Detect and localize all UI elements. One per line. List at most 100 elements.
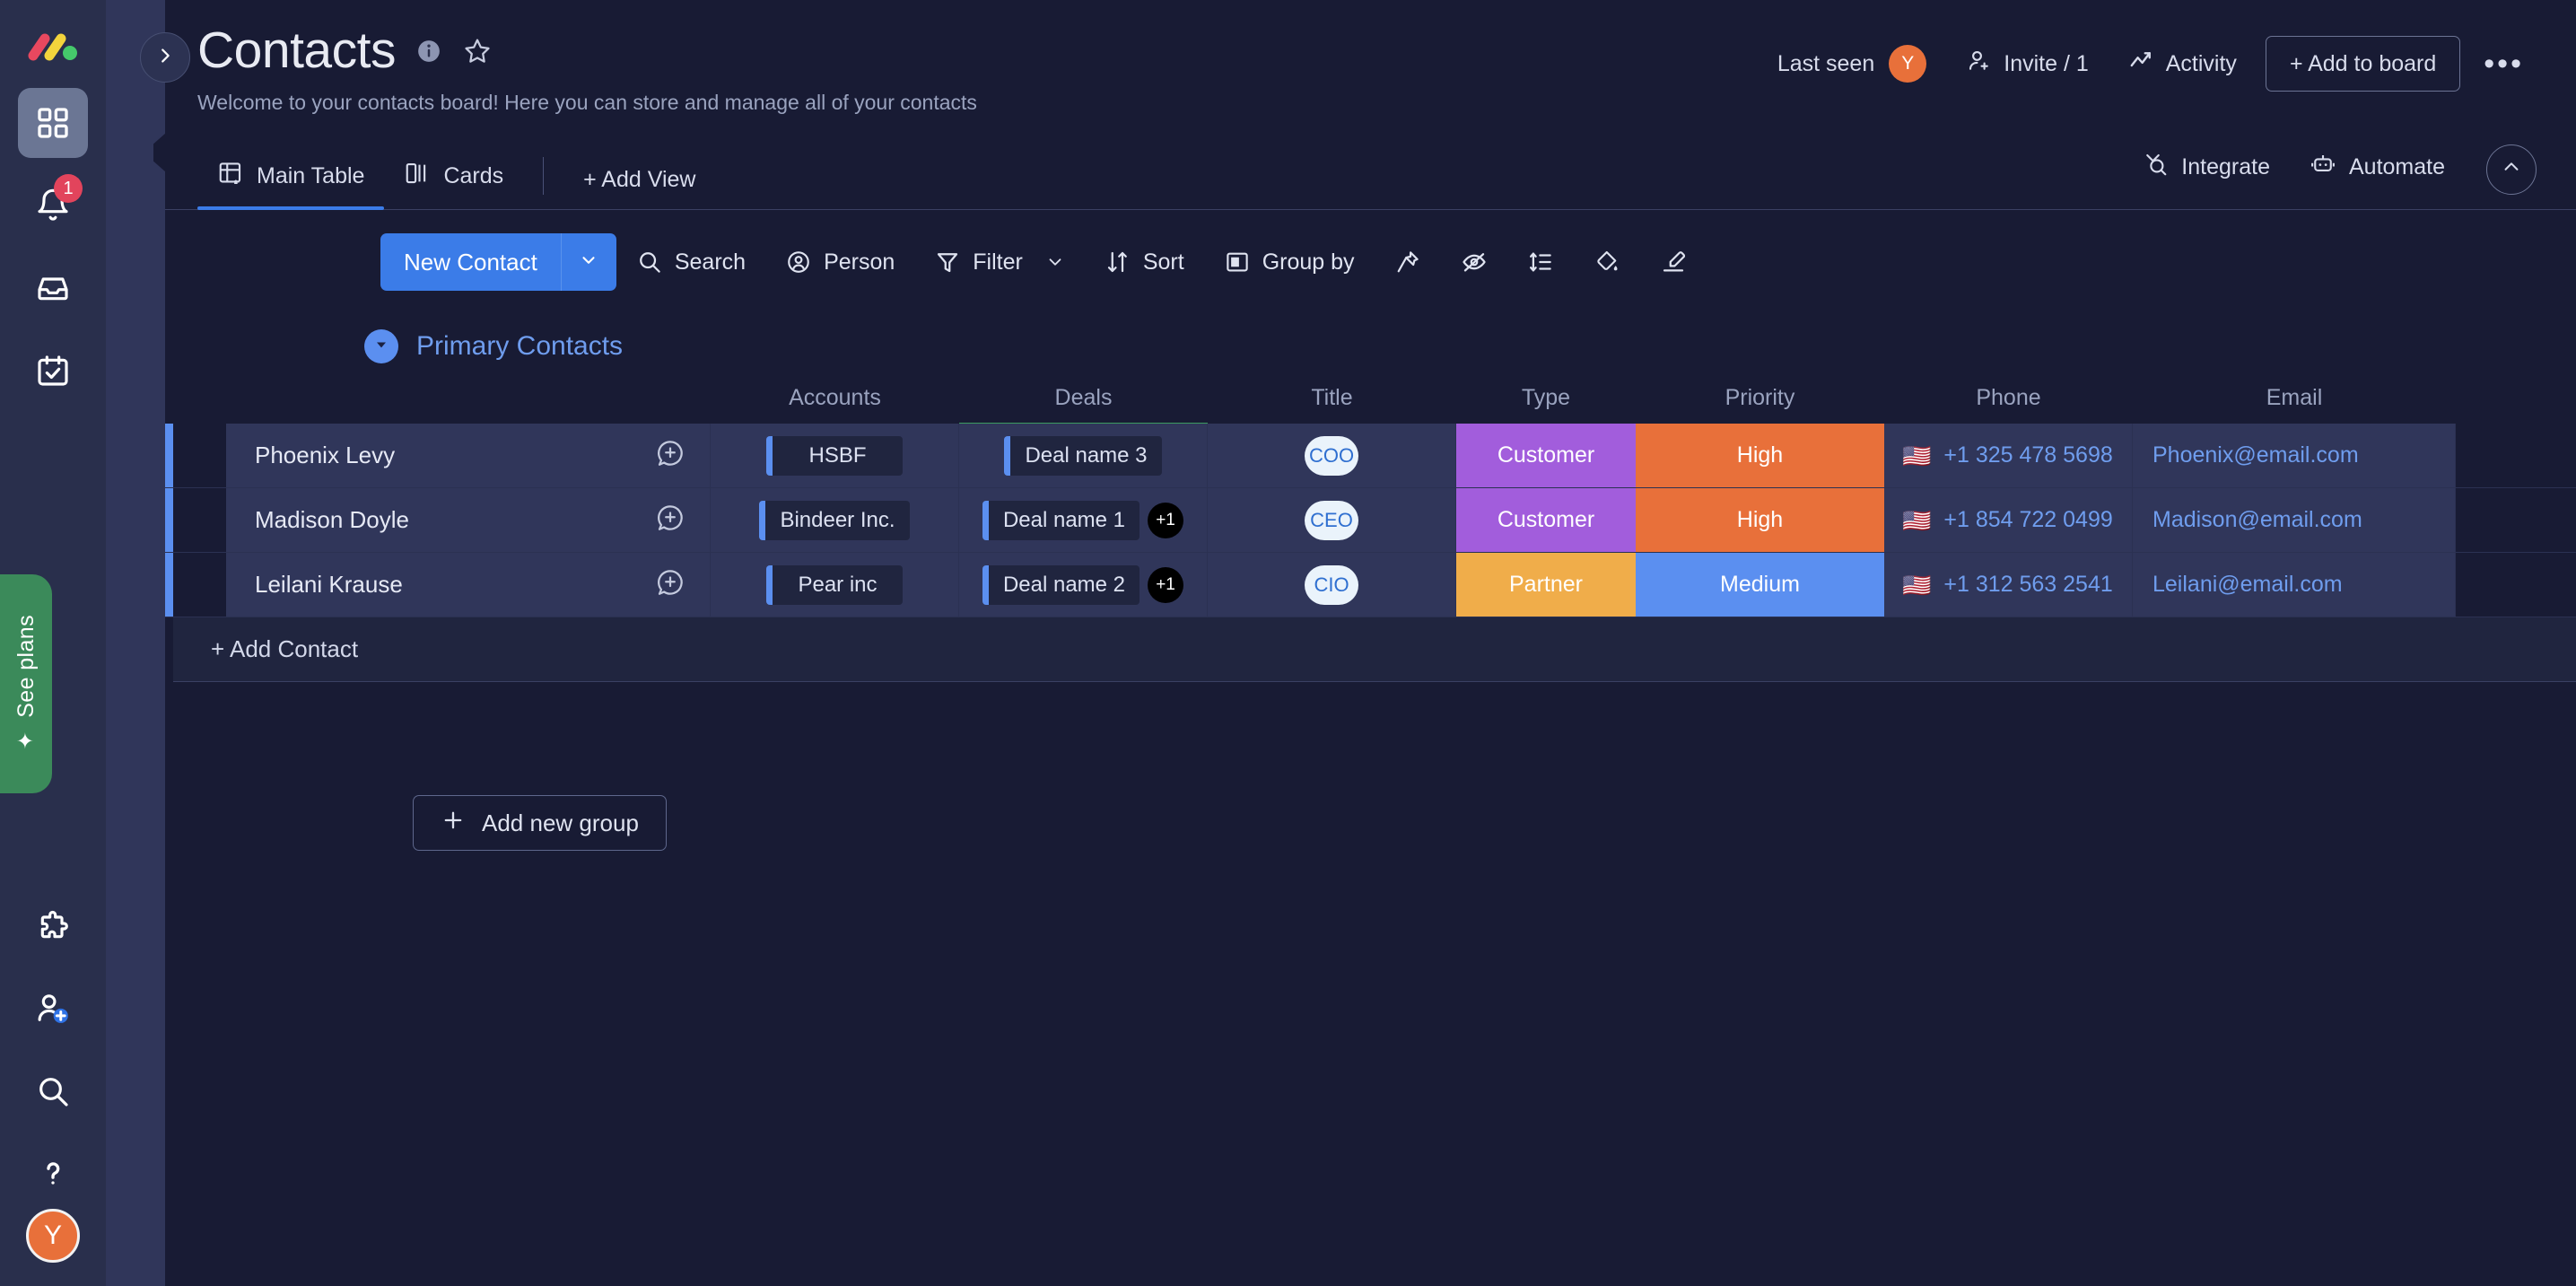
cell-account[interactable]: Pear inc xyxy=(711,553,959,617)
nav-strip xyxy=(106,0,165,1286)
column-header-priority[interactable]: Priority xyxy=(1636,372,1884,424)
cell-email[interactable]: Phoenix@email.com xyxy=(2133,424,2456,487)
puzzle-icon xyxy=(35,908,71,944)
cell-title[interactable]: COO xyxy=(1208,424,1456,487)
cell-type[interactable]: Customer xyxy=(1456,488,1636,552)
see-plans-button[interactable]: See plans ✦ xyxy=(0,574,52,793)
cell-email[interactable]: Leilani@email.com xyxy=(2133,553,2456,617)
group-collapse-toggle[interactable] xyxy=(364,329,398,363)
us-flag-icon: 🇺🇸 xyxy=(1902,573,1931,597)
hide-columns-button[interactable] xyxy=(1441,233,1507,291)
deal-overflow-badge[interactable]: +1 xyxy=(1148,567,1183,603)
pin-button[interactable] xyxy=(1375,233,1441,291)
cell-phone[interactable]: 🇺🇸 +1 312 563 2541 xyxy=(1884,553,2133,617)
filter-button[interactable]: Filter xyxy=(914,233,1085,291)
tab-main-table[interactable]: Main Table xyxy=(197,147,384,209)
tab-cards[interactable]: Cards xyxy=(384,147,523,209)
column-header-email[interactable]: Email xyxy=(2133,372,2456,424)
nav-expand-button[interactable] xyxy=(140,32,190,83)
account-chip: HSBF xyxy=(766,436,903,476)
app-root: 1 See plans ✦ xyxy=(0,0,2576,1286)
group-by-label: Group by xyxy=(1262,249,1355,276)
monday-logo[interactable] xyxy=(25,20,81,75)
us-flag-icon: 🇺🇸 xyxy=(1902,444,1931,468)
deal-chip: Deal name 2 xyxy=(982,565,1140,605)
last-seen-button[interactable]: Last seen Y xyxy=(1758,45,1946,83)
add-update-icon[interactable] xyxy=(654,437,686,474)
group-by-button[interactable]: Group by xyxy=(1204,233,1375,291)
email-address: Madison@email.com xyxy=(2152,507,2362,533)
user-avatar[interactable]: Y xyxy=(26,1209,80,1263)
sidebar-item-search-everything[interactable] xyxy=(18,1056,88,1126)
invite-button[interactable]: Invite / 1 xyxy=(1946,48,2109,81)
view-tabs: Main Table Cards + Add View xyxy=(197,147,715,209)
add-to-board-button[interactable]: + Add to board xyxy=(2266,36,2460,92)
robot-icon xyxy=(2310,151,2336,184)
cell-phone[interactable]: 🇺🇸 +1 325 478 5698 xyxy=(1884,424,2133,487)
cell-email[interactable]: Madison@email.com xyxy=(2133,488,2456,552)
add-contact-row[interactable]: + Add Contact xyxy=(165,617,2576,682)
cell-account[interactable]: HSBF xyxy=(711,424,959,487)
cell-phone[interactable]: 🇺🇸 +1 854 722 0499 xyxy=(1884,488,2133,552)
add-update-icon[interactable] xyxy=(654,502,686,538)
row-height-button[interactable] xyxy=(1507,233,1574,291)
add-contact-label[interactable]: + Add Contact xyxy=(173,617,2576,682)
main-content: Contacts Welcome to your contacts board!… xyxy=(165,0,2576,1286)
sidebar-item-inbox[interactable] xyxy=(18,253,88,323)
person-filter-button[interactable]: Person xyxy=(765,233,914,291)
column-header-name[interactable] xyxy=(226,372,711,424)
marker-edit-button[interactable] xyxy=(1640,233,1707,291)
column-header-accounts[interactable]: Accounts xyxy=(711,372,959,424)
info-icon[interactable] xyxy=(415,38,442,65)
color-button[interactable] xyxy=(1574,233,1640,291)
new-contact-dropdown[interactable] xyxy=(561,233,616,291)
new-contact-button[interactable]: New Contact xyxy=(380,233,616,291)
add-view-label: + Add View xyxy=(583,167,695,193)
add-update-icon[interactable] xyxy=(654,566,686,603)
column-header-phone[interactable]: Phone xyxy=(1884,372,2133,424)
sidebar-item-apps-grid[interactable] xyxy=(18,88,88,158)
sidebar-item-help[interactable] xyxy=(18,1139,88,1209)
star-icon[interactable] xyxy=(462,36,493,66)
cell-type[interactable]: Customer xyxy=(1456,424,1636,487)
priority-status: Medium xyxy=(1636,553,1884,617)
deal-overflow-badge[interactable]: +1 xyxy=(1148,503,1183,538)
cell-name[interactable]: Leilani Krause xyxy=(226,553,711,617)
group-name[interactable]: Primary Contacts xyxy=(416,331,623,362)
column-header-deals[interactable]: Deals xyxy=(959,372,1208,424)
activity-button[interactable]: Activity xyxy=(2109,48,2257,81)
integrate-button[interactable]: Integrate xyxy=(2122,138,2290,200)
cell-title[interactable]: CEO xyxy=(1208,488,1456,552)
phone-number: +1 312 563 2541 xyxy=(1943,572,2112,598)
more-options-button[interactable]: ••• xyxy=(2460,47,2537,82)
automate-button[interactable]: Automate xyxy=(2290,138,2465,200)
sidebar-item-my-work[interactable] xyxy=(18,336,88,406)
cell-priority[interactable]: Medium xyxy=(1636,553,1884,617)
cell-priority[interactable]: High xyxy=(1636,424,1884,487)
table-row[interactable]: Leilani Krause Pear inc Dea xyxy=(165,553,2576,617)
cell-deals[interactable]: Deal name 3 xyxy=(959,424,1208,487)
add-view-button[interactable]: + Add View xyxy=(563,154,715,209)
cell-deals[interactable]: Deal name 1 +1 xyxy=(959,488,1208,552)
cell-title[interactable]: CIO xyxy=(1208,553,1456,617)
cell-type[interactable]: Partner xyxy=(1456,553,1636,617)
collapse-header-button[interactable] xyxy=(2486,144,2537,195)
search-button[interactable]: Search xyxy=(616,233,765,291)
sidebar-item-apps-marketplace[interactable] xyxy=(18,891,88,961)
column-header-title[interactable]: Title xyxy=(1208,372,1456,424)
add-new-group-button[interactable]: Add new group xyxy=(413,795,667,851)
cell-priority[interactable]: High xyxy=(1636,488,1884,552)
cell-account[interactable]: Bindeer Inc. xyxy=(711,488,959,552)
new-contact-label: New Contact xyxy=(380,233,561,291)
cell-deals[interactable]: Deal name 2 +1 xyxy=(959,553,1208,617)
contact-name: Phoenix Levy xyxy=(255,442,395,469)
table-row[interactable]: Phoenix Levy HSBF Deal name xyxy=(165,424,2576,488)
sidebar-item-invite-members[interactable] xyxy=(18,974,88,1044)
sidebar-item-notifications[interactable]: 1 xyxy=(18,171,88,241)
sort-arrows-icon xyxy=(1105,249,1131,276)
table-row[interactable]: Madison Doyle Bindeer Inc. xyxy=(165,488,2576,553)
sort-button[interactable]: Sort xyxy=(1085,233,1204,291)
cell-name[interactable]: Madison Doyle xyxy=(226,488,711,552)
cell-name[interactable]: Phoenix Levy xyxy=(226,424,711,487)
column-header-type[interactable]: Type xyxy=(1456,372,1636,424)
